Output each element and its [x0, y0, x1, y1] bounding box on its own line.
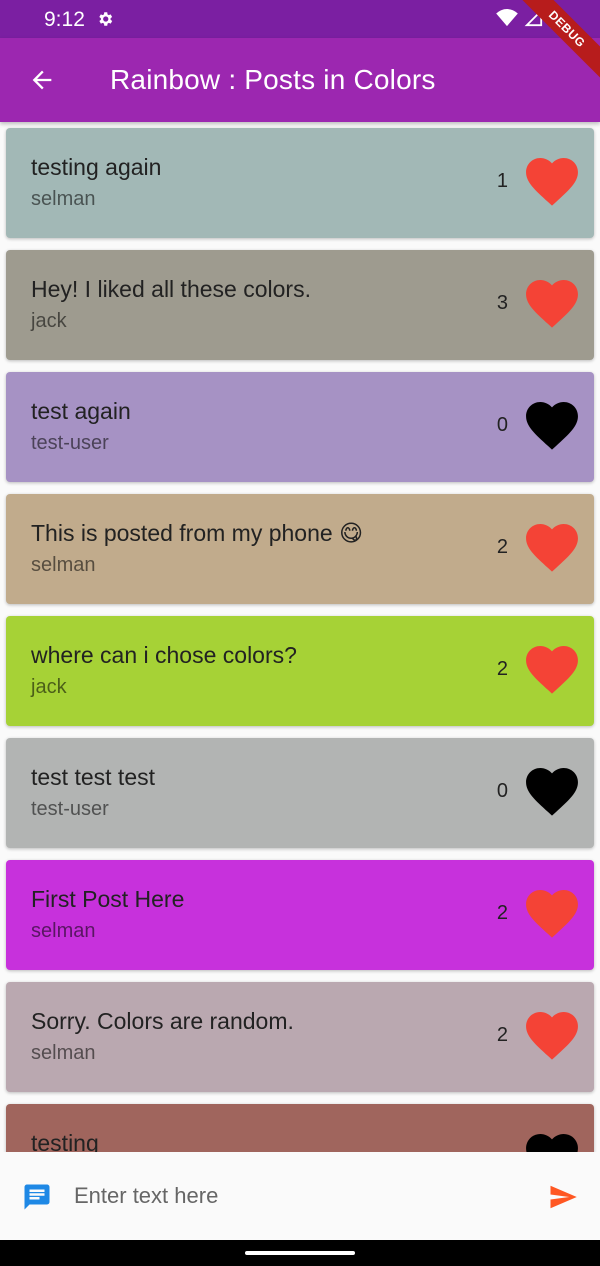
heart-icon[interactable] — [526, 890, 578, 938]
heart-icon[interactable] — [526, 524, 578, 572]
post-card[interactable]: testing — [6, 1104, 594, 1152]
post-author: jack — [31, 676, 67, 698]
post-card[interactable]: First Post Here selman 2 — [6, 860, 594, 970]
post-author: selman — [31, 920, 96, 942]
heart-icon[interactable] — [526, 646, 578, 694]
home-handle[interactable] — [245, 1251, 355, 1255]
heart-icon[interactable] — [526, 402, 578, 450]
post-text: test test test — [31, 764, 155, 790]
send-icon[interactable] — [546, 1182, 580, 1212]
wifi-icon — [496, 9, 518, 27]
app-bar: Rainbow : Posts in Colors — [0, 38, 600, 122]
like-count: 2 — [496, 902, 508, 924]
like-count: 2 — [496, 658, 508, 680]
post-card[interactable]: Hey! I liked all these colors. jack 3 — [6, 250, 594, 360]
post-author: selman — [31, 1042, 96, 1064]
post-text: testing — [31, 1130, 99, 1152]
post-author: test-user — [31, 432, 109, 454]
like-count: 0 — [496, 414, 508, 436]
post-author: selman — [31, 188, 96, 210]
post-author: selman — [31, 554, 96, 576]
like-count: 2 — [496, 1024, 508, 1046]
heart-icon[interactable] — [526, 1012, 578, 1060]
like-count: 0 — [496, 780, 508, 802]
post-card[interactable]: This is posted from my phone 😋 selman 2 — [6, 494, 594, 604]
heart-icon[interactable] — [526, 158, 578, 206]
system-nav-bar — [0, 1240, 600, 1266]
post-text: First Post Here — [31, 886, 185, 912]
post-card[interactable]: Sorry. Colors are random. selman 2 — [6, 982, 594, 1092]
post-author: jack — [31, 310, 67, 332]
post-card[interactable]: test again test-user 0 — [6, 372, 594, 482]
compose-bar — [0, 1152, 600, 1240]
post-text: This is posted from my phone 😋 — [31, 520, 364, 546]
post-card[interactable]: test test test test-user 0 — [6, 738, 594, 848]
post-text: testing again — [31, 154, 162, 180]
gear-icon — [99, 12, 113, 26]
heart-icon[interactable] — [526, 768, 578, 816]
post-text: Sorry. Colors are random. — [31, 1008, 294, 1034]
like-count: 3 — [496, 292, 508, 314]
message-input[interactable] — [74, 1176, 514, 1216]
status-bar: 9:12 — [0, 0, 600, 38]
post-card[interactable]: where can i chose colors? jack 2 — [6, 616, 594, 726]
like-count: 1 — [496, 170, 508, 192]
heart-icon[interactable] — [526, 280, 578, 328]
post-author: test-user — [31, 798, 109, 820]
arrow-back-icon[interactable] — [28, 66, 56, 94]
chat-icon — [24, 1184, 50, 1210]
status-time: 9:12 — [44, 8, 85, 31]
post-card[interactable]: testing again selman 1 — [6, 128, 594, 238]
page-title: Rainbow : Posts in Colors — [110, 64, 436, 95]
post-text: test again — [31, 398, 131, 424]
post-text: where can i chose colors? — [31, 642, 297, 668]
heart-icon[interactable] — [526, 1134, 578, 1152]
like-count: 2 — [496, 536, 508, 558]
post-text: Hey! I liked all these colors. — [31, 276, 311, 302]
post-list: testing again selman 1 Hey! I liked all the… — [0, 122, 600, 1152]
